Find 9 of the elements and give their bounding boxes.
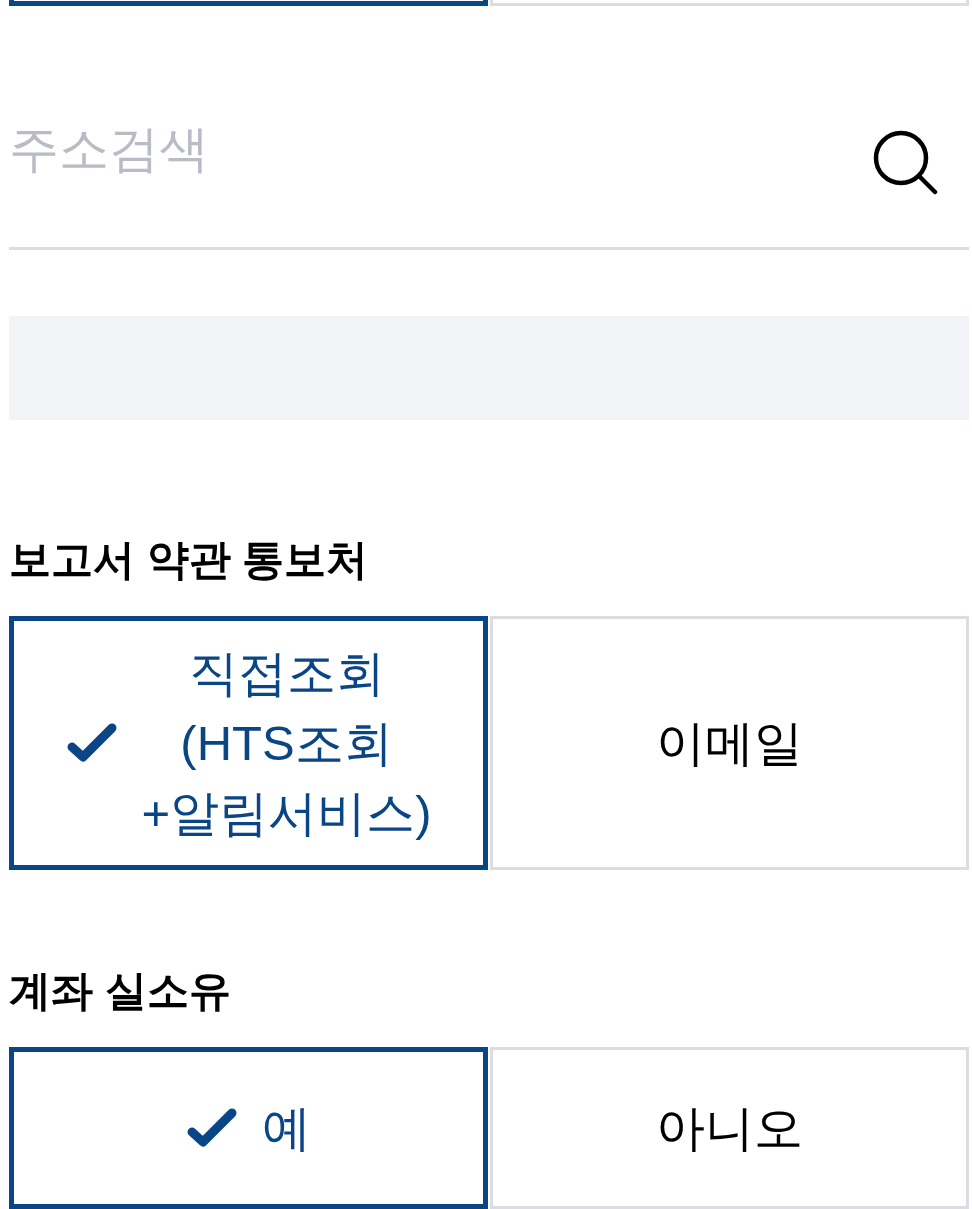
option-button[interactable]: 직접조회 (HTS조회 +알림서비스) <box>9 616 488 870</box>
section-title: 보고서 약관 통보처 <box>9 535 370 585</box>
search-icon[interactable] <box>872 129 938 195</box>
option-button[interactable]: 이메일 <box>490 616 969 870</box>
section-title: 계좌 실소유 <box>9 966 232 1016</box>
search-field[interactable]: 주소검색 <box>9 117 872 181</box>
option-button[interactable]: 아니오 <box>490 1047 969 1209</box>
option-button[interactable] <box>9 0 488 6</box>
option-button[interactable]: 예 <box>9 1047 488 1209</box>
